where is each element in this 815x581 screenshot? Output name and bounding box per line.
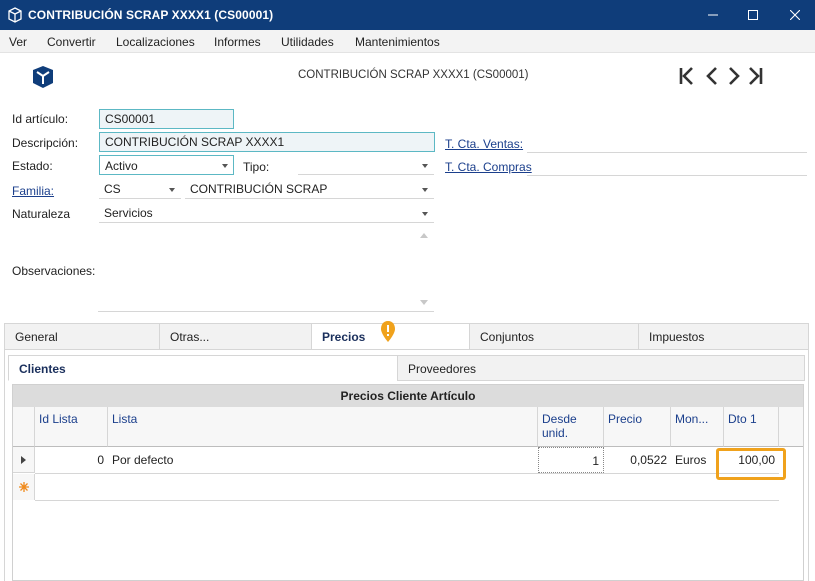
tab-conjuntos[interactable]: Conjuntos — [469, 323, 639, 350]
column-header-lista[interactable]: Lista — [108, 407, 538, 447]
close-icon — [790, 10, 800, 20]
tipo-label: Tipo: — [243, 160, 270, 174]
warning-icon — [381, 321, 395, 342]
chevron-down-icon[interactable] — [422, 164, 428, 168]
familia-name-value: CONTRIBUCIÓN SCRAP — [190, 182, 328, 196]
row-pointer-icon — [21, 456, 26, 464]
tab-otras-label: Otras... — [170, 330, 210, 344]
row-divider — [35, 473, 779, 474]
estado-label: Estado: — [12, 159, 53, 173]
record-title: CONTRIBUCIÓN SCRAP XXXX1 (CS00001) — [298, 69, 529, 81]
dto1-highlight — [716, 448, 786, 480]
column-header-dto1[interactable]: Dto 1 — [724, 407, 779, 447]
id-articulo-label: Id artículo: — [12, 112, 69, 126]
menu-convertir[interactable]: Convertir — [47, 35, 96, 49]
new-row-asterisk-icon — [19, 482, 29, 492]
naturaleza-value: Servicios — [104, 206, 153, 220]
cell-lista[interactable]: Por defecto — [108, 447, 538, 473]
new-row-divider — [35, 500, 779, 501]
tab-conjuntos-label: Conjuntos — [480, 330, 535, 344]
grid-corner — [13, 407, 35, 447]
cta-ventas-field[interactable] — [527, 152, 807, 153]
descripcion-label: Descripción: — [12, 136, 79, 150]
last-record-icon[interactable] — [745, 65, 765, 87]
subtab-clientes-label: Clientes — [19, 362, 66, 376]
naturaleza-select[interactable]: Servicios — [99, 203, 434, 223]
tab-impuestos-label: Impuestos — [649, 330, 705, 344]
estado-select[interactable]: Activo — [99, 155, 234, 175]
column-header-id-lista[interactable]: Id Lista — [35, 407, 108, 447]
main-tabs: General Otras... Precios Conjuntos Impue… — [4, 323, 809, 350]
first-record-icon[interactable] — [678, 65, 698, 87]
cube-icon — [8, 7, 22, 23]
subtab-proveedores-label: Proveedores — [408, 362, 477, 376]
cta-compras-link[interactable]: T. Cta. Compras — [445, 160, 532, 174]
scroll-up-icon[interactable] — [420, 232, 428, 238]
close-button[interactable] — [772, 0, 815, 30]
descripcion-field[interactable]: CONTRIBUCIÓN SCRAP XXXX1 — [99, 132, 435, 152]
maximize-icon — [748, 10, 758, 20]
naturaleza-label: Naturaleza — [12, 207, 71, 221]
maximize-button[interactable] — [730, 0, 776, 30]
cell-id-lista[interactable]: 0 — [35, 447, 108, 473]
menu-utilidades[interactable]: Utilidades — [281, 35, 334, 49]
column-header-moneda[interactable]: Mon... — [671, 407, 724, 447]
familia-code-value: CS — [104, 182, 121, 196]
tab-general-label: General — [15, 330, 58, 344]
tab-general[interactable]: General — [4, 323, 160, 350]
estado-value: Activo — [105, 159, 138, 173]
previous-record-icon[interactable] — [702, 65, 722, 87]
menu-mantenimientos[interactable]: Mantenimientos — [355, 35, 440, 49]
subtab-proveedores[interactable]: Proveedores — [397, 355, 805, 381]
cta-ventas-link[interactable]: T. Cta. Ventas: — [445, 137, 523, 151]
menu-bar: Ver Convertir Localizaciones Informes Ut… — [0, 30, 815, 53]
tab-precios-label: Precios — [322, 330, 366, 344]
tipo-select[interactable] — [298, 155, 434, 175]
column-header-desde[interactable]: Desde unid. — [538, 407, 604, 447]
cell-precio[interactable]: 0,0522 — [604, 447, 671, 473]
tab-otras[interactable]: Otras... — [159, 323, 312, 350]
observaciones-textarea[interactable] — [98, 226, 434, 312]
menu-informes[interactable]: Informes — [214, 35, 261, 49]
cta-compras-field[interactable] — [527, 175, 807, 176]
minimize-icon — [708, 14, 718, 16]
familia-label[interactable]: Familia: — [12, 184, 54, 198]
chevron-down-icon[interactable] — [422, 212, 428, 216]
title-bar: CONTRIBUCIÓN SCRAP XXXX1 (CS00001) — [0, 0, 815, 30]
scroll-down-icon[interactable] — [420, 300, 428, 306]
id-articulo-field[interactable]: CS00001 — [99, 109, 234, 129]
app-logo-icon — [33, 66, 53, 88]
chevron-down-icon[interactable] — [222, 164, 228, 168]
tab-impuestos[interactable]: Impuestos — [638, 323, 809, 350]
menu-localizaciones[interactable]: Localizaciones — [116, 35, 195, 49]
new-row-selector[interactable] — [13, 474, 35, 500]
familia-name-select[interactable]: CONTRIBUCIÓN SCRAP — [185, 179, 434, 199]
precios-grid: Precios Cliente Artículo Id Lista Lista … — [12, 384, 804, 581]
column-header-precio[interactable]: Precio — [604, 407, 671, 447]
observaciones-label: Observaciones: — [12, 264, 96, 278]
column-header-filler — [779, 407, 803, 447]
window-title: CONTRIBUCIÓN SCRAP XXXX1 (CS00001) — [28, 8, 274, 22]
row-selector[interactable] — [13, 447, 35, 473]
cell-desde[interactable]: 1 — [538, 447, 604, 473]
chevron-down-icon[interactable] — [422, 188, 428, 192]
chevron-down-icon[interactable] — [169, 188, 175, 192]
next-record-icon[interactable] — [724, 65, 744, 87]
observaciones-underline — [98, 311, 434, 312]
subtab-clientes[interactable]: Clientes — [8, 355, 398, 381]
grid-caption: Precios Cliente Artículo — [13, 385, 803, 407]
menu-ver[interactable]: Ver — [9, 35, 27, 49]
